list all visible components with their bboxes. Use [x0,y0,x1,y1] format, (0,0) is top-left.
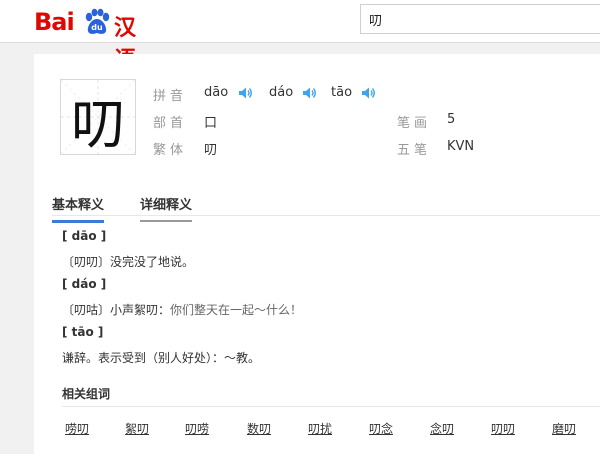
traditional-value: 叨 [204,143,218,158]
definition-3: 谦辞。表示受到（别人好处）：～教。 [62,349,260,366]
related-divider [62,406,600,407]
related-word[interactable]: 叨叨 [491,420,515,437]
radical-value: 口 [204,116,218,131]
definition-pinyin-2: [ dáo ] [62,277,107,291]
definition-2: 〔叨咕〕小声絮叨：你们整天在一起～什么！ [62,301,302,318]
related-word[interactable]: 叨唠 [185,420,209,437]
speaker-icon[interactable] [302,86,316,100]
wubi-value: KVN [447,139,475,154]
traditional-label: 繁体 [153,143,188,158]
pinyin-label: 拼音 [153,89,188,104]
definition-text: 〔叨咕〕小声絮叨： [62,303,171,317]
top-bar: Bai du 汉语 [0,0,600,73]
logo-text-du: du [91,23,103,32]
related-word[interactable]: 磨叨 [552,420,576,437]
related-word[interactable]: 唠叨 [65,420,89,437]
search-box[interactable] [360,4,600,34]
related-word[interactable]: 叨念 [369,420,393,437]
definition-pinyin-3: [ tāo ] [62,325,104,339]
pinyin-1: dāo [204,85,229,100]
wubi-label: 五笔 [397,143,432,158]
character-box: 叨 [60,79,136,156]
pinyin-3: tāo [331,85,353,100]
definition-text: 谦辞。表示受到（别人好处）：～教。 [62,351,261,365]
related-word[interactable]: 絮叨 [125,420,149,437]
baidu-paw-icon: du [85,8,110,34]
related-word[interactable]: 叨扰 [308,420,332,437]
character: 叨 [71,93,125,156]
tab-divider [52,215,600,216]
related-words-title: 相关组词 [62,387,111,401]
entry-card: 叨 拼音 dāo dáo tāo 部首 口 笔画 5 繁体 叨 五笔 KVN 基… [34,54,600,454]
definition-text: 〔叨叨〕没完没了地说。 [62,255,195,269]
radical-label: 部首 [153,116,188,131]
search-input[interactable] [361,5,600,33]
speaker-icon[interactable] [361,86,375,100]
definition-example: 你们整天在一起～什么！ [170,303,303,317]
definition-1: 〔叨叨〕没完没了地说。 [62,253,194,270]
related-word[interactable]: 数叨 [247,420,271,437]
strokes-value: 5 [447,112,456,127]
tab-basic[interactable]: 基本释义 [52,194,105,223]
definition-pinyin-1: [ dāo ] [62,229,107,243]
tab-detailed[interactable]: 详细释义 [140,194,193,222]
speaker-icon[interactable] [238,86,252,100]
logo-text-bai: Bai [34,8,75,36]
pinyin-2: dáo [269,85,294,100]
strokes-label: 笔画 [397,116,432,131]
related-word[interactable]: 念叨 [430,420,454,437]
